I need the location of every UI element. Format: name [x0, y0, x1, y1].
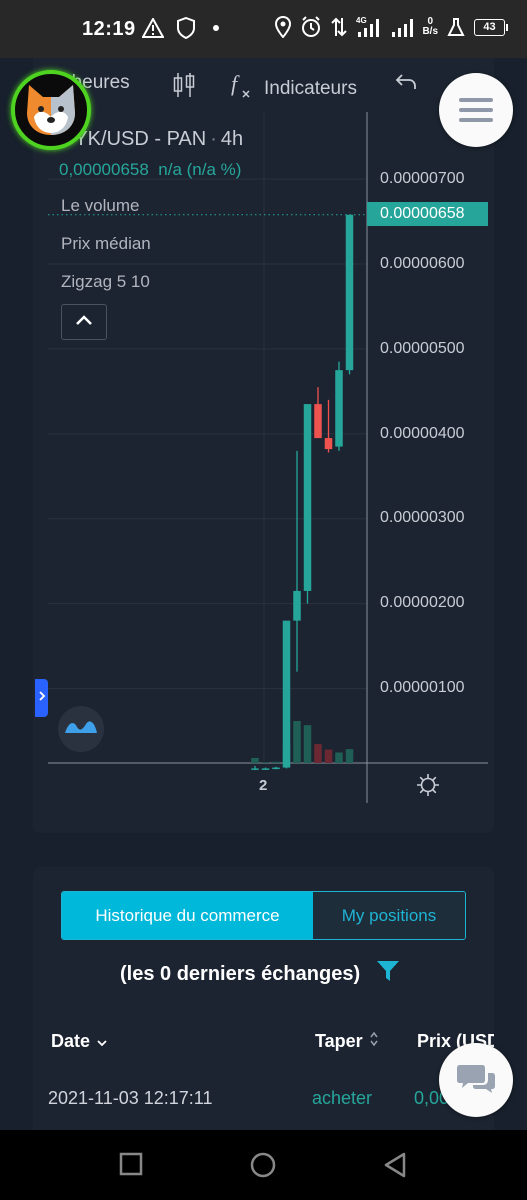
notification-dot-icon	[208, 20, 224, 36]
volume-bar	[251, 757, 259, 763]
candle-body	[324, 438, 333, 450]
svg-text:4G: 4G	[356, 16, 367, 25]
trade-tabs: Historique du commerce My positions	[61, 891, 466, 940]
candle-body	[261, 768, 270, 770]
signal-icon	[391, 16, 414, 38]
token-logo-avatar[interactable]	[11, 70, 91, 150]
trade-history-panel: Historique du commerce My positions (les…	[33, 867, 494, 1137]
status-bar: 12:19 4G 0 B/s 43	[0, 0, 527, 58]
column-header-type[interactable]: Taper	[315, 1031, 379, 1052]
price-axis-label: 0.00000100	[380, 679, 465, 696]
flask-icon	[447, 17, 465, 37]
back-button[interactable]	[383, 1152, 407, 1183]
network-speed: 0 B/s	[422, 16, 438, 37]
status-time: 12:19	[82, 18, 136, 40]
side-panel-toggle[interactable]	[35, 679, 48, 717]
volume-bar	[261, 762, 270, 763]
volume-bar	[345, 749, 354, 763]
price-axis-label: 0.00000500	[380, 340, 465, 357]
volume-bar	[272, 761, 280, 763]
candle-body	[272, 767, 280, 770]
battery-indicator: 43	[474, 18, 508, 36]
main-menu-button[interactable]	[439, 73, 513, 147]
tradingview-logo[interactable]	[58, 706, 104, 752]
gear-icon	[416, 774, 440, 801]
volume-bar	[293, 721, 301, 763]
candle-body	[282, 620, 291, 768]
price-axis-label: 0.00000300	[380, 509, 465, 526]
circle-icon	[250, 1152, 276, 1182]
volume-bar	[314, 744, 322, 763]
home-button[interactable]	[250, 1152, 276, 1183]
system-nav-bar	[0, 1130, 527, 1200]
chat-bubbles-icon	[456, 1061, 496, 1100]
trade-date: 2021-11-03 12:17:11	[48, 1088, 213, 1108]
tab-my-positions[interactable]: My positions	[313, 892, 465, 939]
shiba-dog-icon	[20, 77, 82, 144]
volume-bar	[303, 725, 312, 763]
shield-icon	[176, 17, 196, 39]
chart-panel: 4heures f Indicateurs BYK/USD - PAN · 4h 0…	[33, 58, 494, 833]
candle-body	[293, 590, 301, 621]
candle-body	[303, 404, 312, 591]
hamburger-icon	[459, 92, 493, 128]
alarm-icon	[300, 16, 322, 38]
chevron-right-icon	[38, 689, 46, 707]
current-price-tag: 0.00000658	[367, 202, 488, 226]
recent-apps-button[interactable]	[119, 1152, 143, 1181]
chat-button[interactable]	[439, 1043, 513, 1117]
price-axis-label: 0.00000400	[380, 425, 465, 442]
volume-bar	[324, 749, 333, 763]
candle-body	[251, 768, 259, 770]
trade-type: acheter	[312, 1088, 373, 1108]
trades-count-heading: (les 0 derniers échanges)	[120, 959, 400, 989]
tab-trade-history[interactable]: Historique du commerce	[62, 892, 313, 939]
candle-body	[345, 214, 354, 371]
tradingview-icon	[64, 717, 98, 742]
square-icon	[119, 1152, 143, 1180]
location-icon	[275, 16, 292, 38]
filter-icon[interactable]	[376, 959, 400, 989]
volume-bar	[335, 752, 343, 763]
chart-settings-button[interactable]	[416, 773, 440, 802]
price-axis-label: 0.00000700	[380, 170, 465, 187]
time-axis-label: 2	[259, 777, 268, 794]
sort-icon	[369, 1031, 379, 1052]
data-transfer-icon	[331, 16, 348, 38]
triangle-back-icon	[383, 1152, 407, 1182]
column-header-date[interactable]: Date	[51, 1031, 108, 1052]
price-axis-label: 0.00000200	[380, 594, 465, 611]
candle-body	[335, 370, 343, 447]
warning-icon	[142, 18, 164, 38]
candle-body	[314, 404, 322, 439]
signal-4g-icon: 4G	[356, 16, 382, 38]
chevron-down-icon	[96, 1031, 108, 1052]
price-axis-label: 0.00000600	[380, 255, 465, 272]
